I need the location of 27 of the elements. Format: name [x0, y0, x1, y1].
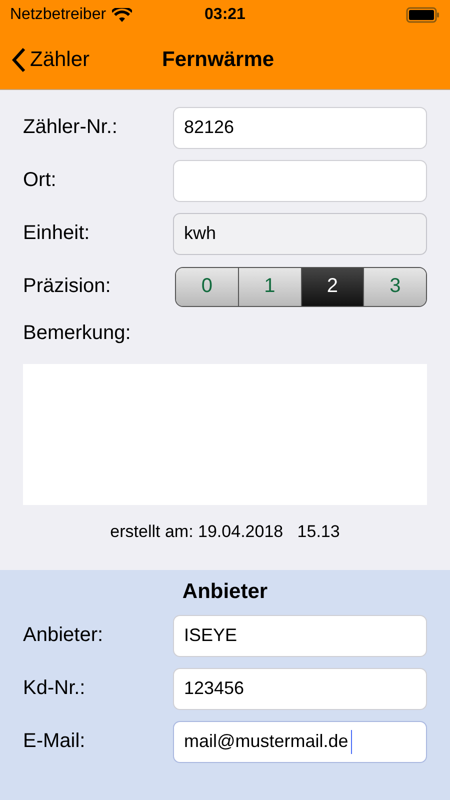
field-label: Ort:	[23, 169, 58, 192]
segment-button[interactable]: 3	[363, 268, 426, 306]
field-label: Kd-Nr.:	[23, 677, 86, 700]
chevron-left-icon	[12, 46, 26, 72]
battery-icon	[406, 7, 440, 23]
clock-time: 03:21	[204, 6, 246, 24]
text-field[interactable]: 123456	[173, 668, 427, 710]
segment-button[interactable]: 1	[238, 268, 300, 306]
created-date: erstellt am: 19.04.2018 15.13	[109, 521, 341, 542]
section-heading: Anbieter	[181, 580, 269, 604]
field-label: Zähler-Nr.:	[23, 116, 118, 139]
text-field[interactable]: 82126	[173, 106, 427, 148]
field-label: Bemerkung:	[23, 322, 132, 345]
field-label: Einheit:	[23, 222, 91, 245]
segment-button[interactable]: 2	[300, 268, 364, 306]
field-label: Anbieter:	[23, 624, 104, 647]
page-title: Fernwärme	[162, 48, 274, 72]
field-label: E-Mail:	[23, 730, 86, 753]
text-field[interactable]: mail@mustermail.de	[173, 720, 427, 762]
field-label: Präzision:	[23, 275, 112, 298]
carrier-name: Netzbetreiber	[10, 6, 106, 24]
text-field[interactable]	[173, 160, 427, 202]
text-cursor	[351, 730, 352, 754]
segment-button[interactable]: 0	[176, 268, 238, 306]
wifi-icon	[112, 8, 132, 22]
back-button[interactable]: Zähler	[8, 46, 94, 72]
text-field[interactable]: ISEYE	[173, 614, 427, 656]
